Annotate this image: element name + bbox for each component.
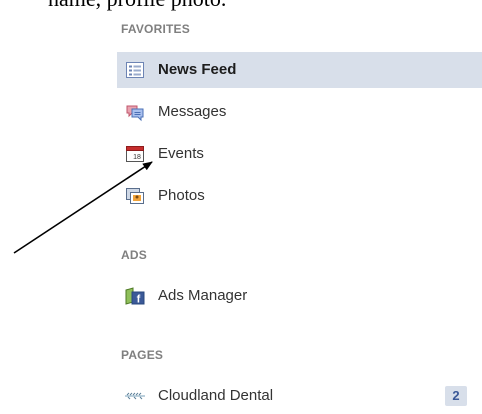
annotation-arrow	[13, 161, 153, 254]
